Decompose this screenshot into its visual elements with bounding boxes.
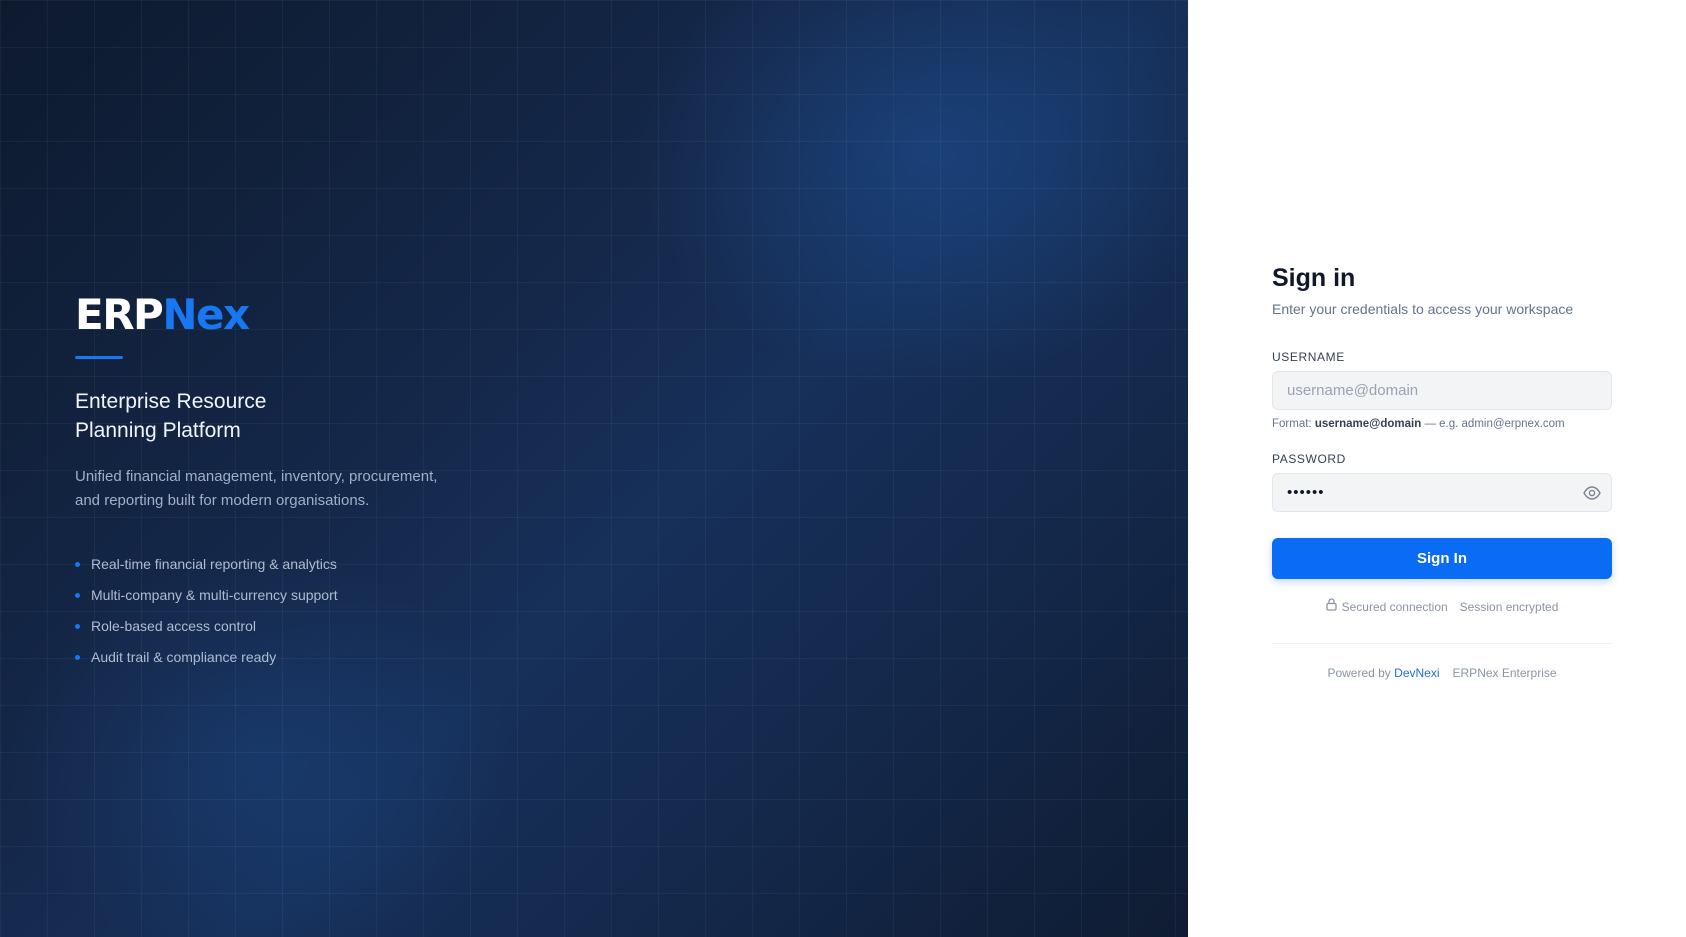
feature-item: Multi-company & multi-currency support [75,580,495,611]
password-input[interactable] [1273,474,1611,511]
username-label: USERNAME [1272,350,1345,364]
lock-icon [1325,598,1337,615]
signin-title: Sign in [1272,264,1356,292]
logo-text-erp: ERP [75,290,164,339]
signin-form: Sign in Enter your credentials to access… [1272,262,1612,681]
signin-subtitle: Enter your credentials to access your wo… [1272,301,1574,317]
security-info: Secured connection Session encrypted [1272,598,1612,615]
devnexi-link[interactable]: DevNexi [1394,666,1439,680]
hero-panel: ERPNex Enterprise Resource Planning Plat… [0,0,1188,937]
signin-panel: Sign in Enter your credentials to access… [1188,0,1686,937]
feature-item: Role-based access control [75,611,495,642]
powered-by: Powered by DevNexi [1327,665,1439,681]
username-format-hint: Format: username@domain — e.g. admin@erp… [1272,417,1612,431]
feature-label: Real-time financial reporting & analytic… [91,556,337,572]
format-value: username@domain [1314,418,1422,430]
feature-item: Real-time financial reporting & analytic… [75,549,495,580]
logo-underline [75,356,123,359]
feature-label: Audit trail & compliance ready [91,649,277,665]
bullet-dot-icon [75,655,80,660]
password-label: PASSWORD [1272,452,1346,466]
footer-divider [1272,643,1612,644]
secured-connection: Secured connection [1325,598,1448,615]
eye-icon[interactable] [1582,484,1602,502]
logo-text-nex: Nex [162,290,250,339]
footer: Powered by DevNexi ERPNex Enterprise [1272,665,1612,681]
bullet-dot-icon [75,562,80,567]
password-field-wrapper [1272,473,1612,512]
format-example: — e.g. admin@erpnex.com [1424,418,1565,430]
bullet-dot-icon [75,593,80,598]
username-input[interactable] [1273,372,1611,409]
session-encrypted-label: Session encrypted [1459,599,1559,614]
brand-description: Unified financial management, inventory,… [75,468,438,509]
powered-by-prefix: Powered by [1327,666,1391,680]
feature-label: Role-based access control [91,618,256,634]
username-field-wrapper [1272,371,1612,410]
feature-label: Multi-company & multi-currency support [91,587,338,603]
secured-connection-label: Secured connection [1341,599,1448,614]
brand-tagline: Enterprise Resource Planning Platform [75,390,267,442]
signin-button[interactable]: Sign In [1272,538,1612,579]
feature-item: Audit trail & compliance ready [75,642,495,673]
feature-list: Real-time financial reporting & analytic… [75,549,495,673]
hero-content: ERPNex Enterprise Resource Planning Plat… [75,290,495,673]
edition-label: ERPNex Enterprise [1452,666,1557,680]
brand-logo: ERPNex [75,290,495,340]
format-prefix: Format: [1272,418,1312,430]
bullet-dot-icon [75,624,80,629]
